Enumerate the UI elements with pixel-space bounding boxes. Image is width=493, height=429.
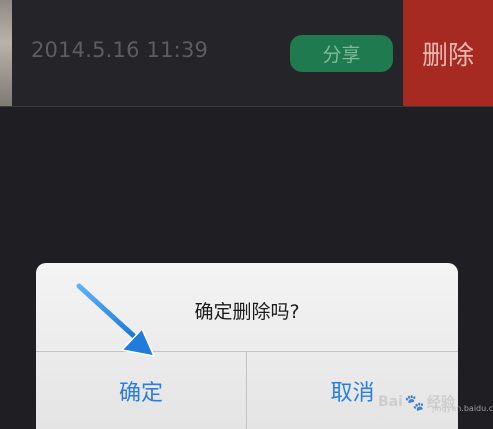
thumbnail-image	[0, 0, 12, 106]
message-timestamp: 2014.5.16 11:39	[31, 38, 209, 62]
screen: 2014.5.16 11:39 分享 删除 确定删除吗? 确定 取消 Bai 🐾…	[0, 0, 493, 429]
paw-icon: 🐾	[404, 392, 425, 412]
watermark-domain: jingyan.baidu.com	[432, 404, 493, 413]
baidu-jingyan-watermark: Bai 🐾 经验 jingyan.baidu.com	[378, 382, 493, 422]
watermark-brand: Bai	[378, 394, 403, 410]
share-button[interactable]: 分享	[290, 35, 393, 72]
message-list-row[interactable]: 2014.5.16 11:39 分享 删除	[0, 0, 493, 107]
annotation-arrow-icon	[76, 283, 155, 357]
delete-button[interactable]: 删除	[403, 0, 493, 106]
